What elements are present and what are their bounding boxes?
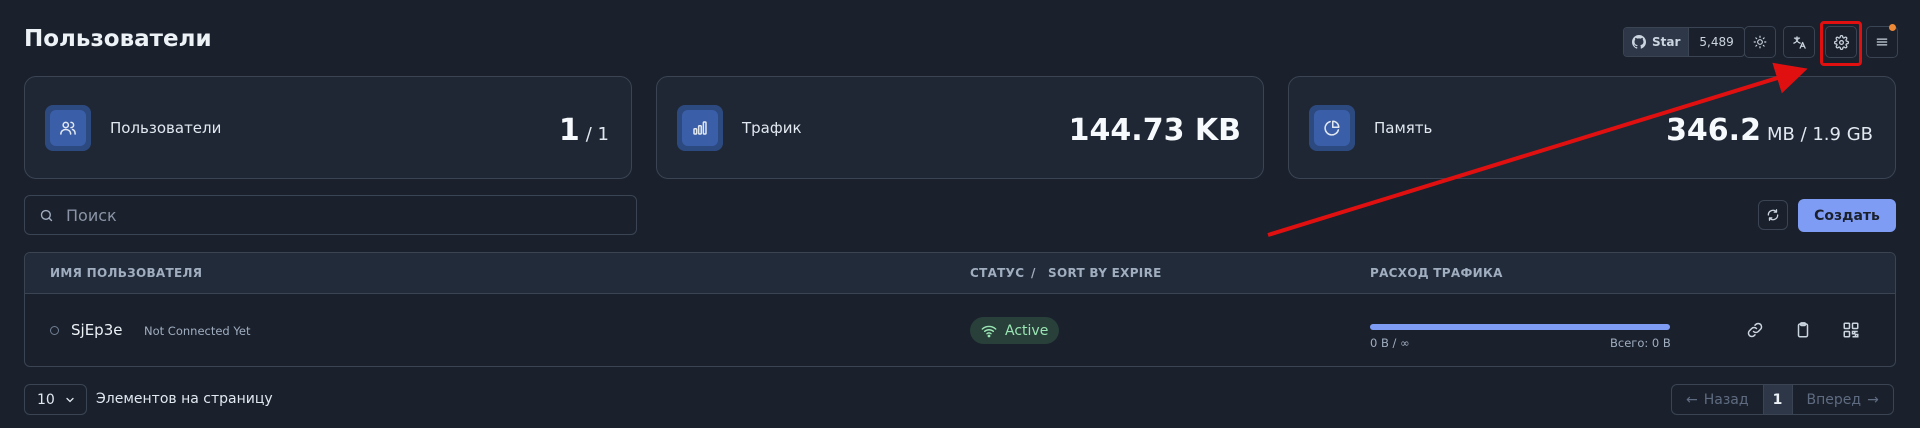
annotation-arrow <box>1267 62 1808 237</box>
